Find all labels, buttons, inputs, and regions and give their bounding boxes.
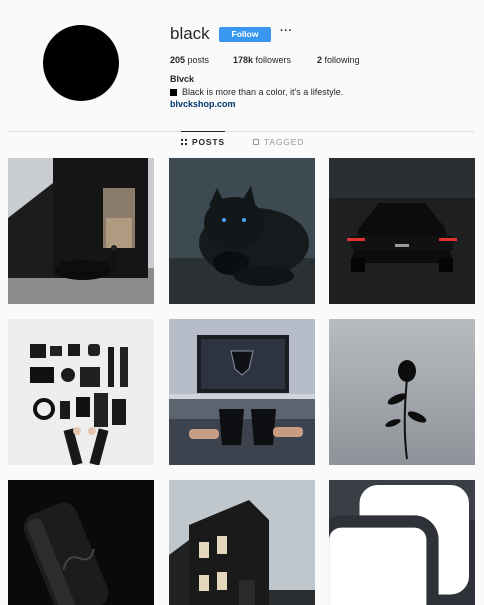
post-tile-black-coca-cola-can[interactable]	[8, 480, 154, 605]
black-house-image	[8, 158, 154, 304]
post-tile-black-flatlay[interactable]	[8, 319, 154, 465]
black-panther-image	[169, 158, 315, 304]
post-tile-black-hot-air-balloon[interactable]	[329, 480, 475, 605]
tag-icon	[253, 139, 259, 145]
profile-avatar[interactable]	[43, 25, 119, 101]
followers-count: 178k	[233, 55, 254, 65]
posts-label: posts	[187, 55, 210, 65]
profile-website-link[interactable]: blvckshop.com	[170, 99, 236, 109]
post-tile-black-rose[interactable]	[329, 319, 475, 465]
followers-label: followers	[255, 55, 292, 65]
followers-stat[interactable]: 178k followers	[233, 55, 291, 65]
post-tile-black-coffee-cups[interactable]	[169, 319, 315, 465]
black-lamborghini-image	[329, 158, 475, 304]
following-stat[interactable]: 2 following	[317, 55, 360, 65]
post-tile-black-building[interactable]	[169, 480, 315, 605]
following-count: 2	[317, 55, 323, 65]
follow-button[interactable]: Follow	[219, 27, 271, 42]
black-building-image	[169, 480, 315, 605]
posts-stat: 205 posts	[170, 55, 209, 65]
profile-username: black	[170, 24, 210, 43]
bio-text: Black is more than a color, it's a lifes…	[182, 87, 344, 97]
black-square-emoji-icon	[170, 88, 177, 96]
tab-tagged[interactable]: TAGGED	[253, 132, 304, 152]
tab-posts-label: POSTS	[192, 137, 225, 147]
post-tile-black-house[interactable]	[8, 158, 154, 304]
post-tile-black-panther[interactable]	[169, 158, 315, 304]
posts-count: 205	[170, 55, 186, 65]
profile-bio: Black is more than a color, it's a lifes…	[170, 87, 343, 97]
post-tile-black-lamborghini[interactable]	[329, 158, 475, 304]
black-flatlay-image	[8, 319, 154, 465]
multiple-photos-icon	[329, 485, 469, 605]
grid-icon	[181, 139, 187, 145]
following-label: following	[324, 55, 360, 65]
black-coffee-cups-image	[169, 319, 315, 465]
profile-full-name: Blvck	[170, 74, 195, 84]
black-rose-image	[329, 319, 475, 465]
tabs-divider	[8, 131, 474, 132]
black-coca-cola-can-image	[8, 480, 154, 605]
tab-tagged-label: TAGGED	[264, 137, 305, 147]
more-options-button[interactable]: ···	[280, 25, 293, 37]
tab-posts[interactable]: POSTS	[181, 131, 225, 151]
